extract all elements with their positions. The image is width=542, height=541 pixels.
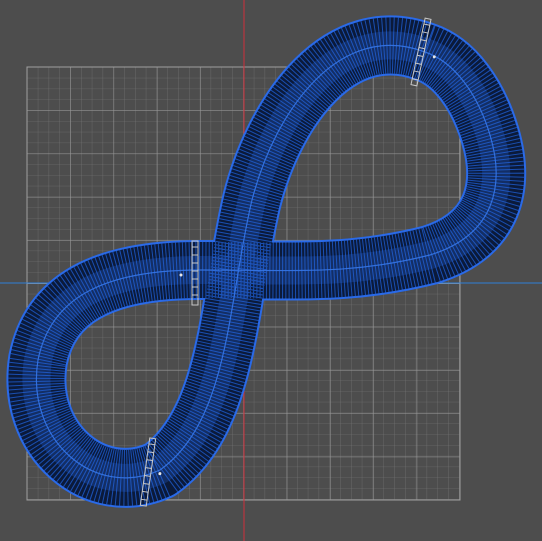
viewport-canvas[interactable]: [0, 0, 542, 541]
3d-viewport[interactable]: [0, 0, 542, 541]
